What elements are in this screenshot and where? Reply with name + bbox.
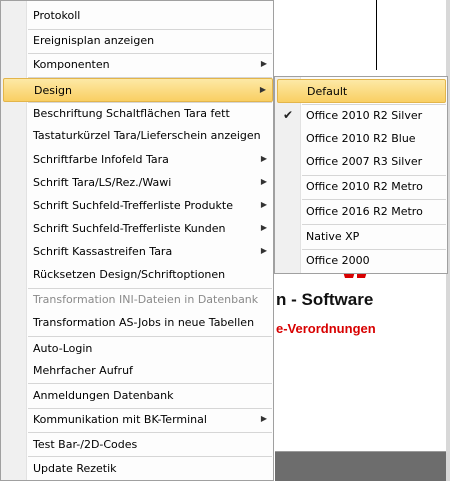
menu-item-label: Schriftfarbe Infofeld Tara <box>33 153 169 166</box>
submenu-arrow-icon: ▶ <box>260 414 267 423</box>
menu-item-update-rezetik[interactable]: Update Rezetik <box>3 457 273 481</box>
submenu-item-label: Default <box>307 85 348 98</box>
menu-item-anmeldungen[interactable]: Anmeldungen Datenbank <box>3 384 273 408</box>
menu-item-komponenten[interactable]: Komponenten ▶ <box>3 53 273 77</box>
menu-item-schrift-tara[interactable]: Schrift Tara/LS/Rez./Wawi ▶ <box>3 171 273 195</box>
menu-item-label: Anmeldungen Datenbank <box>33 389 174 402</box>
menu-item-bk-terminal[interactable]: Kommunikation mit BK-Terminal ▶ <box>3 408 273 432</box>
menu-item-ereignisplan[interactable]: Ereignisplan anzeigen <box>3 29 273 53</box>
menu-item-ruecksetzen[interactable]: Rücksetzen Design/Schriftoptionen <box>3 263 273 287</box>
menu-item-label: Schrift Suchfeld-Trefferliste Kunden <box>33 222 226 235</box>
background-software-text: n - Software <box>276 290 374 309</box>
design-option-office-2016-metro[interactable]: Office 2016 R2 Metro <box>277 200 446 224</box>
menu-item-label: Beschriftung Schaltflächen Tara fett <box>33 107 230 120</box>
design-option-default[interactable]: Default <box>277 79 446 103</box>
background-verordnungen-text: e-Verordnungen <box>276 321 376 336</box>
submenu-arrow-icon: ▶ <box>259 85 266 94</box>
settings-menu: Protokoll Ereignisplan anzeigen Komponen… <box>0 0 274 481</box>
design-option-office-2000[interactable]: Office 2000 <box>277 249 446 273</box>
checkmark-icon: ✔ <box>283 108 294 122</box>
menu-item-label: Schrift Tara/LS/Rez./Wawi <box>33 176 172 189</box>
submenu-arrow-icon: ▶ <box>260 177 267 186</box>
menu-item-label: Auto-Login <box>33 342 93 355</box>
submenu-arrow-icon: ▶ <box>260 200 267 209</box>
menu-item-schriftfarbe[interactable]: Schriftfarbe Infofeld Tara ▶ <box>3 148 273 172</box>
design-option-office-2010-blue[interactable]: Office 2010 R2 Blue <box>277 127 446 151</box>
menu-item-mehrfacher-aufruf[interactable]: Mehrfacher Aufruf <box>3 359 273 383</box>
menu-item-label: Schrift Suchfeld-Trefferliste Produkte <box>33 199 233 212</box>
menu-item-label: Kommunikation mit BK-Terminal <box>33 413 207 426</box>
menu-item-label: Transformation AS-Jobs in neue Tabellen <box>33 316 255 329</box>
menu-item-label: Design <box>34 84 72 97</box>
submenu-arrow-icon: ▶ <box>260 59 267 68</box>
submenu-arrow-icon: ▶ <box>260 223 267 232</box>
menu-item-schrift-kassastreifen[interactable]: Schrift Kassastreifen Tara ▶ <box>3 240 273 264</box>
submenu-arrow-icon: ▶ <box>260 246 267 255</box>
submenu-item-label: Office 2010 R2 Blue <box>306 132 416 145</box>
design-option-native-xp[interactable]: Native XP <box>277 225 446 249</box>
menu-item-transformation-ini: Transformation INI-Dateien in Datenbank <box>3 288 273 312</box>
menu-item-label: Mehrfacher Aufruf <box>33 364 133 377</box>
menu-item-label: Protokoll <box>33 9 81 22</box>
submenu-item-label: Native XP <box>306 230 360 243</box>
menu-item-tastaturkuerzel[interactable]: Tastaturkürzel Tara/Lieferschein anzeige… <box>3 124 273 148</box>
design-submenu: Default ✔ Office 2010 R2 Silver Office 20… <box>274 76 448 274</box>
menu-item-auto-login[interactable]: Auto-Login <box>3 337 273 361</box>
menu-item-label: Schrift Kassastreifen Tara <box>33 245 173 258</box>
menu-item-design[interactable]: Design ▶ <box>3 78 273 102</box>
submenu-item-label: Office 2007 R3 Silver <box>306 155 423 168</box>
menu-item-label: Ereignisplan anzeigen <box>33 34 155 47</box>
menu-item-transformation-as[interactable]: Transformation AS-Jobs in neue Tabellen <box>3 311 273 335</box>
menu-item-label: Tastaturkürzel Tara/Lieferschein anzeige… <box>33 129 261 142</box>
submenu-arrow-icon: ▶ <box>260 154 267 163</box>
menu-item-schrift-produkte[interactable]: Schrift Suchfeld-Trefferliste Produkte ▶ <box>3 194 273 218</box>
menu-item-label: Komponenten <box>33 58 110 71</box>
submenu-item-label: Office 2000 <box>306 254 370 267</box>
menu-item-label: Transformation INI-Dateien in Datenbank <box>33 293 259 306</box>
background-divider <box>376 0 377 70</box>
design-option-office-2007-silver[interactable]: Office 2007 R3 Silver <box>277 150 446 174</box>
menu-item-label: Update Rezetik <box>33 462 117 475</box>
submenu-item-label: Office 2010 R2 Metro <box>306 180 423 193</box>
statusbar <box>275 452 450 481</box>
menu-item-beschriftung[interactable]: Beschriftung Schaltflächen Tara fett <box>3 102 273 126</box>
menu-item-protokoll[interactable]: Protokoll <box>3 4 273 28</box>
menu-item-schrift-kunden[interactable]: Schrift Suchfeld-Trefferliste Kunden ▶ <box>3 217 273 241</box>
submenu-item-label: Office 2010 R2 Silver <box>306 109 423 122</box>
menu-item-test-codes[interactable]: Test Bar-/2D-Codes <box>3 433 273 457</box>
menu-item-label: Rücksetzen Design/Schriftoptionen <box>33 268 226 281</box>
design-option-office-2010-silver[interactable]: ✔ Office 2010 R2 Silver <box>277 104 446 128</box>
design-option-office-2010-metro[interactable]: Office 2010 R2 Metro <box>277 175 446 199</box>
menu-item-label: Test Bar-/2D-Codes <box>33 438 138 451</box>
submenu-item-label: Office 2016 R2 Metro <box>306 205 423 218</box>
